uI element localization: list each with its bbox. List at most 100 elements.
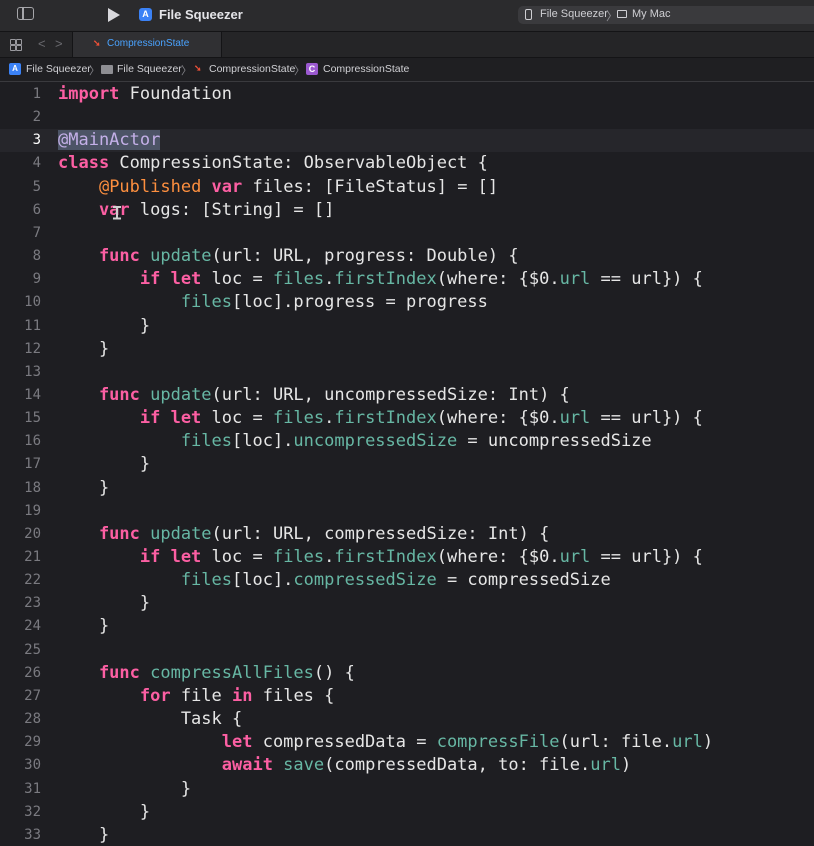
code-line[interactable]: 27 for file in files { [0, 685, 814, 708]
run-button-icon[interactable] [108, 8, 120, 22]
code-line[interactable]: 31 } [0, 778, 814, 801]
code-line[interactable]: 28 Task { [0, 708, 814, 731]
code-line[interactable]: 32 } [0, 801, 814, 824]
code-line[interactable]: 6 var logs: [String] = [] [0, 199, 814, 222]
code-line[interactable]: 12 } [0, 338, 814, 361]
scheme-name[interactable]: File Squeezer [540, 8, 608, 20]
code-line[interactable]: 23 } [0, 592, 814, 615]
forward-chevron-icon[interactable]: > [55, 36, 63, 51]
line-number: 31 [24, 780, 41, 797]
code-text[interactable]: await save(compressedData, to: file.url) [58, 754, 631, 777]
code-text[interactable]: if let loc = files.firstIndex(where: {$0… [58, 407, 703, 430]
project-icon: A [9, 63, 21, 75]
project-icon: A [139, 8, 152, 21]
code-line[interactable]: 10 files[loc].progress = progress [0, 291, 814, 314]
code-line[interactable]: 14 func update(url: URL, uncompressedSiz… [0, 384, 814, 407]
code-token: url [559, 408, 591, 429]
code-line[interactable]: 26 func compressAllFiles() { [0, 662, 814, 685]
code-line[interactable]: 33 } [0, 824, 814, 846]
line-number: 5 [32, 178, 41, 195]
code-line[interactable]: 3 @MainActor [0, 129, 814, 153]
code-text[interactable]: var logs: [String] = [] [58, 199, 334, 222]
code-line[interactable]: 2 [0, 106, 814, 129]
code-line[interactable]: 17 } [0, 453, 814, 476]
code-token: uncompressedSize [293, 431, 458, 452]
sidebar-toggle-icon[interactable] [17, 7, 34, 20]
project-title: File Squeezer [159, 7, 243, 22]
code-line[interactable]: 11 } [0, 315, 814, 338]
code-line[interactable]: 8 func update(url: URL, progress: Double… [0, 245, 814, 268]
code-line[interactable]: 5 @Published var files: [FileStatus] = [… [0, 176, 814, 199]
code-text[interactable]: func update(url: URL, uncompressedSize: … [58, 384, 570, 407]
code-line[interactable]: 29 let compressedData = compressFile(url… [0, 731, 814, 754]
code-text[interactable]: if let loc = files.firstIndex(where: {$0… [58, 268, 703, 291]
code-token: () { [313, 662, 355, 683]
code-text[interactable]: } [58, 477, 109, 500]
code-line[interactable]: 15 if let loc = files.firstIndex(where: … [0, 407, 814, 430]
run-destination[interactable]: My Mac [632, 8, 671, 20]
code-line[interactable]: 21 if let loc = files.firstIndex(where: … [0, 546, 814, 569]
code-text[interactable]: func compressAllFiles() { [58, 662, 355, 685]
line-number: 7 [32, 224, 41, 241]
tab-compression-state[interactable]: ➘ CompressionState [72, 32, 222, 57]
code-text[interactable]: Task { [58, 708, 242, 731]
code-text[interactable]: } [58, 778, 191, 801]
code-text[interactable]: import Foundation [58, 83, 232, 106]
code-line[interactable]: 7 [0, 222, 814, 245]
code-line[interactable]: 22 files[loc].compressedSize = compresse… [0, 569, 814, 592]
code-text[interactable]: } [58, 824, 109, 846]
code-text[interactable]: class CompressionState: ObservableObject… [58, 152, 488, 175]
line-number: 15 [24, 410, 41, 427]
code-text[interactable]: } [58, 315, 150, 338]
code-line[interactable]: 13 [0, 361, 814, 384]
code-text[interactable]: let compressedData = compressFile(url: f… [58, 731, 713, 754]
code-text[interactable]: @MainActor [58, 129, 161, 152]
code-text[interactable]: } [58, 801, 150, 824]
code-text[interactable]: files[loc].compressedSize = compressedSi… [58, 569, 611, 592]
code-line[interactable]: 20 func update(url: URL, compressedSize:… [0, 523, 814, 546]
line-number: 30 [24, 757, 41, 774]
code-token: @Published [98, 176, 202, 197]
code-line[interactable]: 25 [0, 639, 814, 662]
code-text[interactable]: } [58, 453, 150, 476]
code-text[interactable]: for file in files { [58, 685, 335, 708]
swift-file-icon: ➘ [194, 63, 202, 73]
code-text[interactable]: @Published var files: [FileStatus] = [] [58, 176, 498, 199]
code-line[interactable]: 30 await save(compressedData, to: file.u… [0, 754, 814, 777]
code-text[interactable]: files[loc].uncompressedSize = uncompress… [58, 430, 652, 453]
code-token: firstIndex [334, 547, 437, 567]
code-text[interactable]: } [58, 592, 150, 615]
code-token: class [58, 153, 110, 174]
class-icon: C [306, 63, 318, 75]
code-text[interactable]: files[loc].progress = progress [58, 291, 488, 314]
breadcrumb-item-folder[interactable]: File Squeezer [117, 63, 182, 75]
code-token: if let [58, 269, 202, 290]
code-text[interactable]: if let loc = files.firstIndex(where: {$0… [58, 546, 703, 569]
code-text[interactable]: } [58, 338, 109, 361]
scheme-selector[interactable]: File Squeezer 〉 My Mac [518, 6, 814, 24]
code-line[interactable]: 24 } [0, 615, 814, 638]
swift-icon: ➘ [93, 38, 101, 48]
line-number: 2 [32, 109, 41, 126]
code-line[interactable]: 4 class CompressionState: ObservableObjec… [0, 152, 814, 175]
code-text[interactable]: func update(url: URL, compressedSize: In… [58, 523, 549, 546]
code-line[interactable]: 9 if let loc = files.firstIndex(where: {… [0, 268, 814, 291]
code-line[interactable]: 16 files[loc].uncompressedSize = uncompr… [0, 430, 814, 453]
code-text[interactable]: func update(url: URL, progress: Double) … [58, 245, 519, 268]
code-token: = compressedSize [436, 570, 611, 591]
code-text[interactable]: } [58, 615, 109, 638]
grid-icon[interactable] [10, 39, 22, 51]
breadcrumb-item-file[interactable]: CompressionState [209, 63, 295, 75]
code-token: files [262, 547, 325, 567]
code-token: (where: {$0. [436, 269, 560, 290]
code-editor[interactable]: 33 } 32 } 31 } 30 await save(compressedData… [0, 82, 814, 846]
code-token: compressAllFiles [139, 662, 314, 683]
code-line[interactable]: 1 import Foundation [0, 83, 814, 106]
breadcrumb-item-class[interactable]: CompressionState [323, 63, 409, 75]
code-token: url [559, 269, 591, 290]
code-line[interactable]: 18 } [0, 477, 814, 500]
code-line[interactable]: 19 [0, 500, 814, 523]
back-chevron-icon[interactable]: < [38, 36, 46, 51]
breadcrumb-item-project[interactable]: File Squeezer [26, 63, 91, 75]
